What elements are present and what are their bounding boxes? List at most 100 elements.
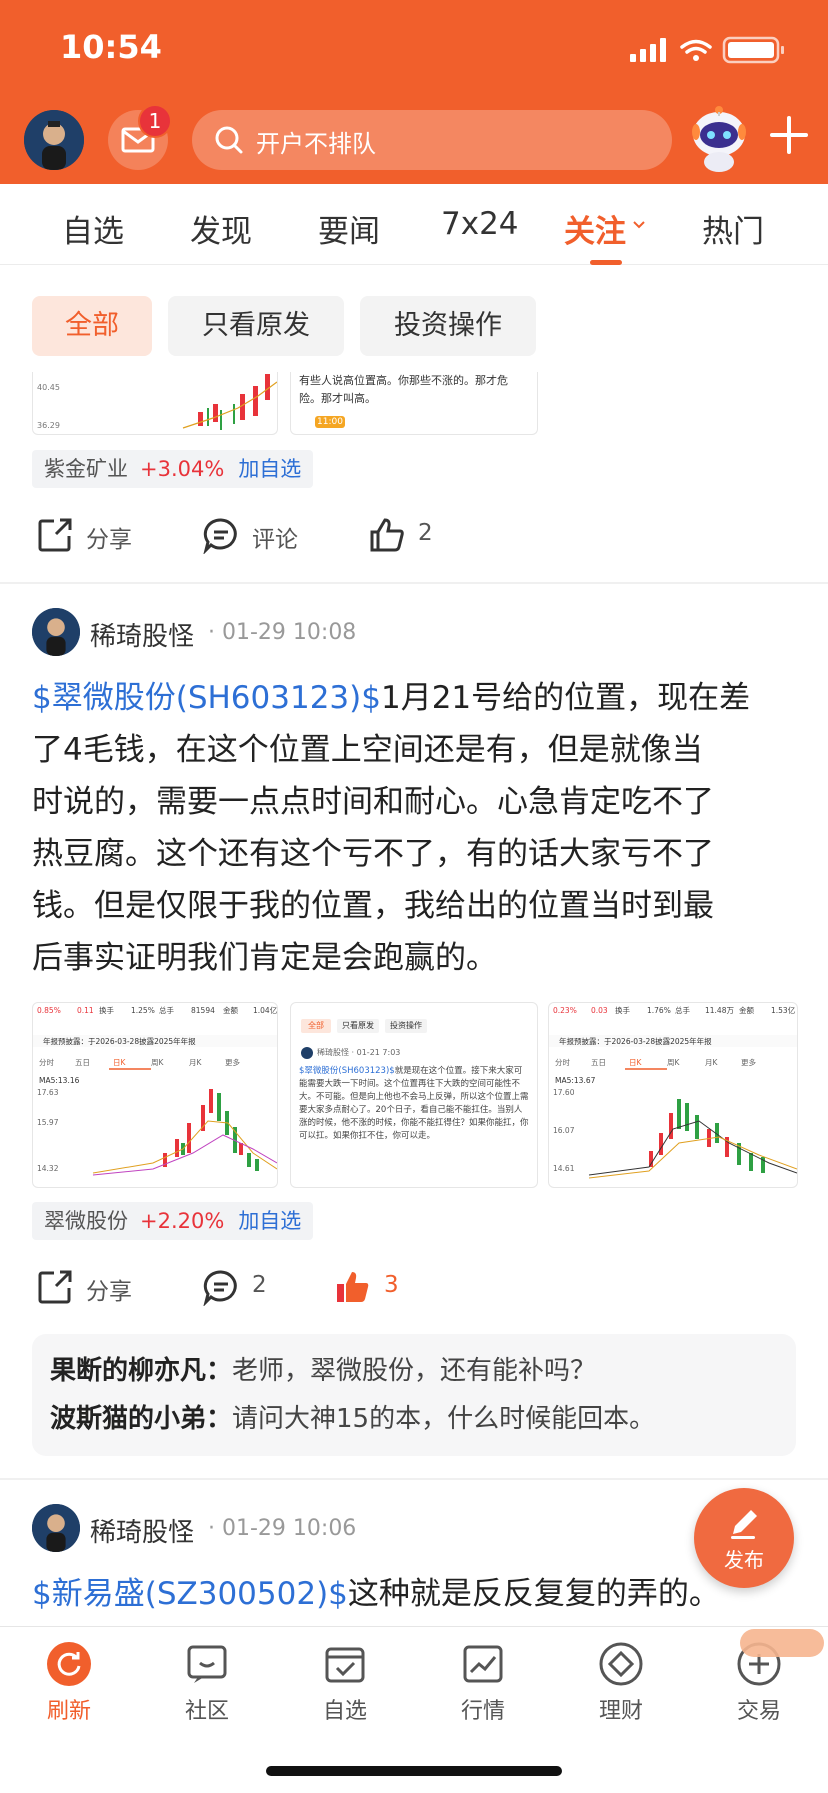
publish-label: 发布 (724, 1548, 764, 1572)
home-indicator (266, 1766, 562, 1776)
tab-hot[interactable]: 热门 (702, 206, 764, 251)
share-label: 分享 (86, 527, 132, 553)
tab-news[interactable]: 要闻 (318, 206, 380, 251)
like-button[interactable]: 3 (334, 1268, 414, 1306)
search-icon (215, 126, 243, 154)
svg-text:0.11: 0.11 (77, 1006, 94, 1015)
comment-button[interactable]: 2 (202, 1268, 282, 1306)
active-tab-indicator (590, 260, 622, 265)
share-icon (38, 1270, 72, 1304)
nav-market[interactable]: 行情 (414, 1627, 552, 1725)
add-watchlist-button[interactable]: 加自选 (238, 1209, 301, 1233)
wifi-icon (680, 39, 712, 54)
svg-text:更多: 更多 (741, 1057, 756, 1067)
channel-tabs: 自选 发现 要闻 7x24 关注 热门 (0, 184, 828, 265)
like-count: 3 (384, 1272, 399, 1298)
post-image-text: 有些人说高位置高。你那些不涨的。那才危险。那才叫高。 (299, 374, 508, 405)
author-name[interactable]: 稀琦股怪 (90, 616, 194, 653)
thumbs-up-icon (370, 518, 404, 552)
diamond-icon (599, 1642, 643, 1686)
comment-icon (203, 518, 237, 554)
post-divider (0, 582, 828, 584)
filter-all[interactable]: 全部 (32, 296, 152, 356)
author-avatar[interactable] (32, 1504, 80, 1552)
svg-text:周K: 周K (151, 1058, 164, 1067)
add-icon[interactable] (766, 112, 812, 158)
stock-name[interactable]: 翠微股份 (44, 1209, 128, 1233)
comment-item: 波斯猫的小弟：请问大神15的本，什么时候能回本。 (50, 1398, 655, 1435)
mail-badge: 1 (138, 104, 172, 138)
filter-investment-ops[interactable]: 投资操作 (360, 296, 536, 356)
user-avatar[interactable] (24, 110, 84, 170)
nav-community[interactable]: 社区 (138, 1627, 276, 1725)
like-button[interactable]: 2 (368, 516, 458, 554)
svg-text:14.32: 14.32 (37, 1164, 59, 1173)
post-image[interactable]: 0.23% 0.03 换手 1.76% 总手 11.48万 金额 1.53亿 年… (548, 1002, 798, 1188)
stock-symbol-link[interactable]: $新易盛(SZ300502)$ (32, 1576, 348, 1612)
svg-text:换手: 换手 (99, 1005, 114, 1015)
share-icon (38, 518, 72, 552)
svg-text:MA5:13.67: MA5:13.67 (555, 1076, 596, 1085)
post-content[interactable]: $翠微股份(SH603123)$1月21号给的位置，现在差 了4毛钱，在这个位置… (32, 672, 802, 984)
stock-change: +2.20% (140, 1209, 225, 1233)
tab-watchlist[interactable]: 自选 (62, 206, 124, 251)
nav-label: 行情 (460, 1699, 505, 1724)
comment-label: 评论 (252, 527, 298, 553)
filter-original-only[interactable]: 只看原发 (168, 296, 344, 356)
svg-text:日K: 日K (113, 1058, 126, 1067)
add-watchlist-button[interactable]: 加自选 (238, 457, 301, 481)
comment-button[interactable]: 评论 (202, 516, 322, 554)
svg-text:月K: 月K (189, 1058, 202, 1067)
promo-badge[interactable] (740, 1629, 824, 1657)
comment-preview[interactable]: 果断的柳亦凡：老师，翠微股份，还有能补吗？ 波斯猫的小弟：请问大神15的本，什么… (32, 1334, 796, 1456)
post-image[interactable]: 全部 只看原发 投资操作 稀琦股怪 · 01-21 7:03 $翠微股份(SH6… (290, 1002, 538, 1188)
svg-text:五日: 五日 (591, 1058, 606, 1067)
battery-icon (722, 36, 784, 64)
tab-7x24[interactable]: 7x24 (441, 206, 519, 242)
pencil-icon (731, 1510, 757, 1539)
search-bar[interactable]: 开户不排队 (192, 110, 672, 170)
nav-label: 理财 (598, 1699, 643, 1724)
author-avatar[interactable] (32, 608, 80, 656)
publish-button[interactable]: 发布 (694, 1488, 794, 1588)
stock-name[interactable]: 紫金矿业 (44, 457, 128, 481)
svg-text:40.45: 40.45 (37, 383, 60, 392)
video-time: 11:00 (315, 416, 345, 428)
refresh-icon (47, 1642, 91, 1686)
tab-discover[interactable]: 发现 (190, 206, 252, 251)
like-count: 2 (418, 520, 433, 546)
svg-text:17.63: 17.63 (37, 1088, 59, 1097)
svg-text:分时: 分时 (555, 1057, 570, 1067)
svg-text:五日: 五日 (75, 1058, 90, 1067)
commenter-name[interactable]: 果断的柳亦凡： (50, 1356, 232, 1386)
nav-watchlist[interactable]: 自选 (276, 1627, 414, 1725)
svg-text:周K: 周K (667, 1058, 680, 1067)
post-content[interactable]: $新易盛(SZ300502)$这种就是反反复复的弄的。 (32, 1568, 802, 1620)
svg-text:月K: 月K (705, 1058, 718, 1067)
stock-symbol-link[interactable]: $翠微股份(SH603123)$ (32, 680, 381, 716)
status-icons (630, 36, 784, 64)
post-image[interactable]: 40.45 36.29 (32, 372, 278, 435)
author-name[interactable]: 稀琦股怪 (90, 1512, 194, 1549)
nav-wealth[interactable]: 理财 (552, 1627, 690, 1725)
nav-label: 刷新 (46, 1699, 91, 1724)
stock-tag: 紫金矿业 +3.04% 加自选 (32, 450, 314, 488)
stock-change: +3.04% (140, 457, 225, 481)
comment-text: 老师，翠微股份，还有能补吗？ (232, 1356, 597, 1386)
share-button[interactable]: 分享 (36, 1268, 156, 1306)
chevron-down-icon (633, 221, 645, 229)
svg-text:更多: 更多 (225, 1057, 240, 1067)
post-image[interactable]: 有些人说高位置高。你那些不涨的。那才危险。那才叫高。 11:00 (290, 372, 538, 435)
share-button[interactable]: 分享 (36, 516, 156, 554)
svg-text:分时: 分时 (39, 1057, 54, 1067)
post-image[interactable]: 0.85% 0.11 换手 1.25% 总手 81594 金额 1.04亿 年报… (32, 1002, 278, 1188)
status-time: 10:54 (60, 28, 162, 66)
comment-item: 果断的柳亦凡：老师，翠微股份，还有能补吗？ (50, 1350, 596, 1387)
robot-assistant-icon[interactable] (684, 104, 754, 174)
svg-text:11.48万: 11.48万 (705, 1006, 734, 1015)
nav-refresh[interactable]: 刷新 (0, 1627, 138, 1725)
tab-following[interactable]: 关注 (564, 206, 626, 251)
svg-text:0.85%: 0.85% (37, 1006, 61, 1015)
commenter-name[interactable]: 波斯猫的小弟： (50, 1404, 232, 1434)
app-header: 10:54 1 开户不排队 (0, 0, 828, 184)
